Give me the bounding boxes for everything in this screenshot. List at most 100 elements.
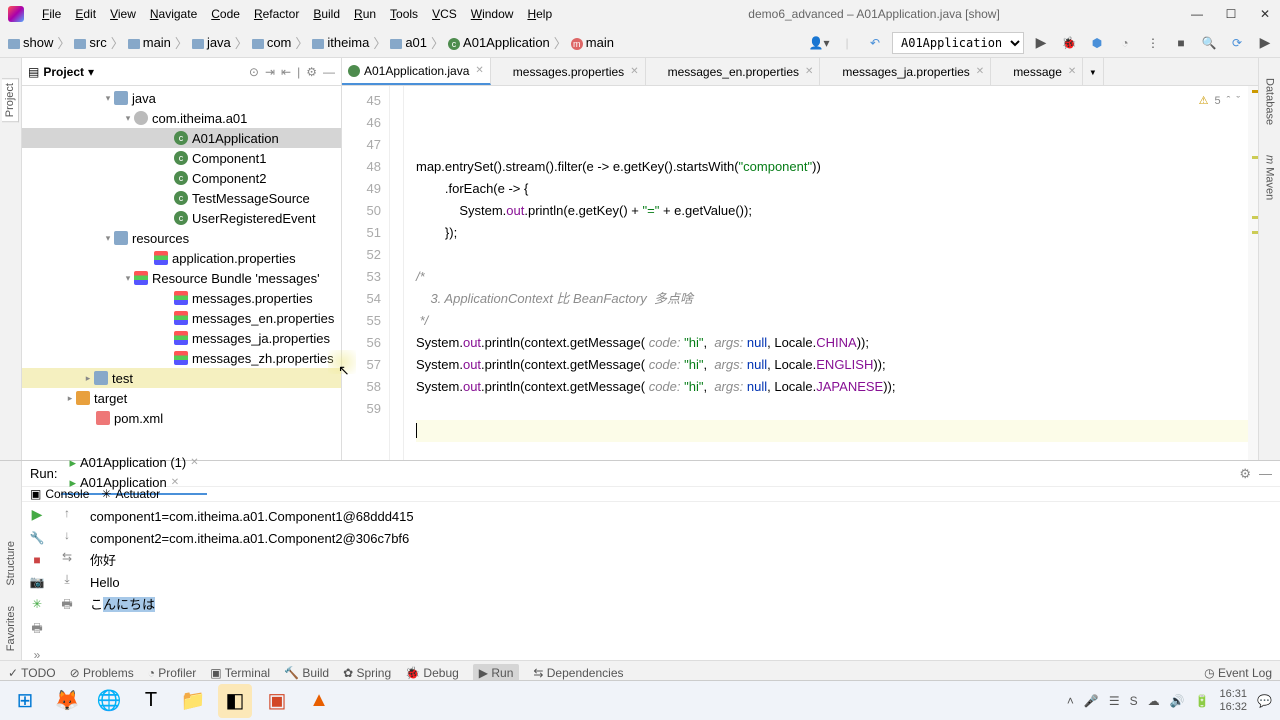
toolwindow-build[interactable]: 🔨 Build (284, 666, 329, 680)
tab-close-icon[interactable]: ✕ (1068, 66, 1076, 77)
menu-edit[interactable]: Edit (69, 5, 102, 23)
scroll-icon[interactable]: ⤓ (64, 572, 69, 587)
wrap-icon[interactable]: ⇆ (62, 550, 72, 564)
firefox-icon[interactable]: 🦊 (50, 684, 84, 718)
tray-app1-icon[interactable]: ☰ (1109, 694, 1120, 708)
tab-messages-properties[interactable]: messages.properties✕ (491, 58, 646, 85)
run-more-icon[interactable]: » (34, 648, 41, 662)
tree-node-target[interactable]: ▸target (22, 388, 341, 408)
clock[interactable]: 16:3116:32 (1220, 688, 1248, 714)
intellij-icon[interactable]: ◧ (218, 684, 252, 718)
crumb-com[interactable]: com (248, 33, 296, 52)
edge-icon[interactable]: 🌐 (92, 684, 126, 718)
run-gear-icon[interactable]: ⚙ (1239, 466, 1251, 482)
tree-node-resources[interactable]: ▾resources (22, 228, 341, 248)
profile-button[interactable]: ◔ (1114, 32, 1136, 54)
tray-app2-icon[interactable]: S (1130, 694, 1138, 708)
tree-node-messages-ja-properties[interactable]: messages_ja.properties (22, 328, 341, 348)
project-tree[interactable]: ▾java▾com.itheima.a01A01ApplicationCompo… (22, 86, 341, 460)
tab-close-icon[interactable]: ✕ (805, 66, 813, 77)
crumb-show[interactable]: show (4, 33, 57, 52)
tree-node-messages-properties[interactable]: messages.properties (22, 288, 341, 308)
toolwindow-run[interactable]: ▶ Run (473, 664, 520, 682)
toolwindow-terminal[interactable]: ▣ Terminal (210, 666, 270, 680)
tray-mic-icon[interactable]: 🎤 (1084, 694, 1099, 708)
crumb-main[interactable]: main (567, 33, 618, 52)
explorer-icon[interactable]: 📁 (176, 684, 210, 718)
close-button[interactable]: ✕ (1258, 7, 1272, 21)
run-config-select[interactable]: A01Application (892, 32, 1024, 54)
toolwindow-problems[interactable]: ⊘ Problems (70, 666, 134, 680)
error-stripe[interactable] (1248, 86, 1258, 460)
user-icon[interactable]: 👤▾ (808, 32, 830, 54)
prev-highlight-icon[interactable]: ˆ (1227, 90, 1231, 112)
favorites-toolwindow-tab[interactable]: Favorites (5, 606, 17, 651)
tree-node-test[interactable]: ▸test (22, 368, 341, 388)
text-app-icon[interactable]: T (134, 684, 168, 718)
tree-node-a01application[interactable]: A01Application (22, 128, 341, 148)
expand-icon[interactable]: ⇥ (265, 65, 275, 79)
menu-run[interactable]: Run (348, 5, 382, 23)
console-output[interactable]: component1=com.itheima.a01.Component1@68… (82, 502, 1280, 662)
tab-messages-ja-properties[interactable]: messages_ja.properties✕ (820, 58, 991, 85)
toolwindow-profiler[interactable]: ◔ Profiler (148, 666, 197, 680)
run2-button[interactable]: ▶ (1254, 32, 1276, 54)
tray-notify-icon[interactable]: 💬 (1257, 694, 1272, 708)
crumb-itheima[interactable]: itheima (308, 33, 373, 52)
run-print-icon[interactable]: 🖶 (31, 619, 42, 640)
tree-node-application-properties[interactable]: application.properties (22, 248, 341, 268)
tab-message[interactable]: message✕ (991, 58, 1083, 85)
run-stop-icon[interactable]: ■ (33, 553, 40, 567)
locate-icon[interactable]: ⊙ (249, 65, 259, 79)
gear-icon[interactable]: ⚙ (306, 65, 317, 79)
project-toolwindow-tab[interactable]: Project (2, 78, 19, 122)
menu-window[interactable]: Window (465, 5, 520, 23)
database-toolwindow-tab[interactable]: Database (1264, 78, 1276, 125)
structure-toolwindow-tab[interactable]: Structure (5, 541, 17, 586)
run-reload-icon[interactable]: ✳ (32, 597, 42, 611)
project-view-label[interactable]: ▤ Project ▾ (28, 65, 94, 79)
tray-onedrive-icon[interactable]: ☁ (1148, 694, 1160, 708)
tray-volume-icon[interactable]: 🔊 (1170, 694, 1185, 708)
toolwindow-spring[interactable]: ✿ Spring (343, 666, 391, 680)
event-log[interactable]: ◷ Event Log (1204, 666, 1272, 680)
tree-node-userregisteredevent[interactable]: UserRegisteredEvent (22, 208, 341, 228)
search-icon[interactable]: 🔍 (1198, 32, 1220, 54)
toolwindow-todo[interactable]: ✓ TODO (8, 666, 56, 680)
coverage-button[interactable]: ⬢ (1086, 32, 1108, 54)
menu-tools[interactable]: Tools (384, 5, 424, 23)
menu-view[interactable]: View (104, 5, 142, 23)
hide-icon[interactable]: — (323, 65, 335, 79)
run-button[interactable]: ▶ (1030, 32, 1052, 54)
tree-node-component1[interactable]: Component1 (22, 148, 341, 168)
attach-button[interactable]: ⋮ (1142, 32, 1164, 54)
rerun-icon[interactable]: ▶ (32, 506, 43, 523)
next-highlight-icon[interactable]: ˇ (1236, 90, 1240, 112)
breadcrumb[interactable]: show〉src〉main〉java〉com〉itheima〉a01〉A01Ap… (4, 33, 618, 52)
tray-battery-icon[interactable]: 🔋 (1195, 694, 1210, 708)
crumb-a01application[interactable]: A01Application (444, 33, 554, 52)
minimize-button[interactable]: — (1190, 7, 1204, 21)
down-icon[interactable]: ↓ (64, 528, 70, 542)
maximize-button[interactable]: ☐ (1224, 7, 1238, 21)
debug-button[interactable]: 🐞 (1058, 32, 1080, 54)
menu-refactor[interactable]: Refactor (248, 5, 305, 23)
run-tab-0[interactable]: ▸ A01Application (1) ✕ (61, 453, 206, 473)
tree-node-resource-bundle-messages-[interactable]: ▾Resource Bundle 'messages' (22, 268, 341, 288)
crumb-java[interactable]: java (188, 33, 235, 52)
up-icon[interactable]: ↑ (64, 506, 70, 520)
console-tab[interactable]: ▣ Console (30, 487, 89, 501)
menu-build[interactable]: Build (307, 5, 346, 23)
tab-close-icon[interactable]: ✕ (976, 66, 984, 77)
tree-node-testmessagesource[interactable]: TestMessageSource (22, 188, 341, 208)
menu-file[interactable]: File (36, 5, 67, 23)
sync-icon[interactable]: ⟳ (1226, 32, 1248, 54)
tree-node-com-itheima-a01[interactable]: ▾com.itheima.a01 (22, 108, 341, 128)
menu-vcs[interactable]: VCS (426, 5, 463, 23)
crumb-main[interactable]: main (124, 33, 175, 52)
back-icon[interactable]: ↶ (864, 32, 886, 54)
inspection-widget[interactable]: ⚠ 5 ˆ ˇ (1199, 90, 1240, 112)
toolwindow-dependencies[interactable]: ⇆ Dependencies (533, 666, 623, 680)
menu-code[interactable]: Code (205, 5, 246, 23)
tab-messages-en-properties[interactable]: messages_en.properties✕ (646, 58, 821, 85)
